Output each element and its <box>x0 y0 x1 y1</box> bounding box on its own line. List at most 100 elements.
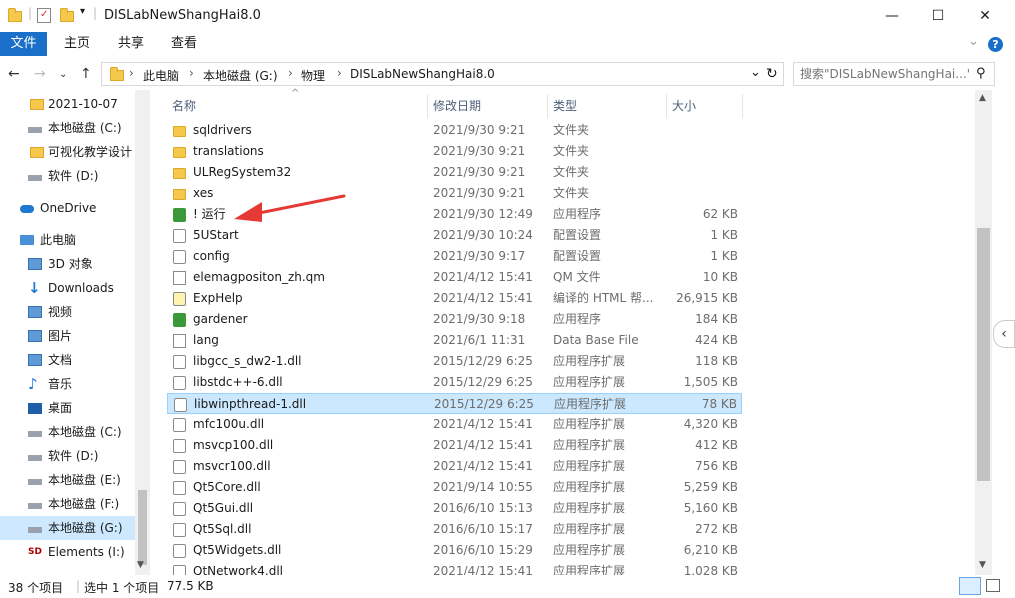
address-dropdown-icon[interactable]: ⌄ <box>750 65 761 80</box>
properties-icon[interactable]: ✓ <box>37 8 51 23</box>
tab-home[interactable]: 主页 <box>50 32 104 56</box>
nav-item[interactable]: 软件 (D:) <box>0 444 135 468</box>
column-divider[interactable] <box>427 94 428 118</box>
file-row[interactable]: Qt5Widgets.dll 2016/6/10 15:29 应用程序扩展 6,210… <box>167 540 742 561</box>
nav-item[interactable]: 2021-10-07 <box>0 92 135 116</box>
tab-share[interactable]: 共享 <box>104 32 158 56</box>
file-row[interactable]: elemagpositon_zh.qm 2021/4/12 15:41 QM 文件 1… <box>167 267 742 288</box>
large-icons-view-icon[interactable] <box>986 579 1000 592</box>
back-arrow-icon[interactable]: ← <box>8 66 20 82</box>
breadcrumb-this-pc[interactable]: 此电脑 <box>143 67 179 84</box>
file-date: 2015/12/29 6:25 <box>434 397 534 411</box>
address-bar[interactable]: › 此电脑 › 本地磁盘 (G:) › 物理 › DISLabNewShangH… <box>101 62 784 86</box>
close-button[interactable]: ✕ <box>962 0 1008 32</box>
nav-item[interactable]: 可视化教学设计 <box>0 140 135 164</box>
file-row[interactable]: libwinpthread-1.dll 2015/12/29 6:25 应用程序扩展… <box>167 393 742 414</box>
nav-item[interactable]: 图片 <box>0 324 135 348</box>
breadcrumb-physics[interactable]: 物理 <box>301 67 325 84</box>
file-row[interactable]: lang 2021/6/1 11:31 Data Base File 424 KB <box>167 330 742 351</box>
file-row[interactable]: msvcp100.dll 2021/4/12 15:41 应用程序扩展 412 KB <box>167 435 742 456</box>
column-divider[interactable] <box>547 94 548 118</box>
nav-item[interactable]: 桌面 <box>0 396 135 420</box>
folder-icon <box>30 147 44 158</box>
forward-arrow-icon[interactable]: → <box>34 66 46 82</box>
nav-item[interactable]: ↓ Downloads <box>0 276 135 300</box>
maximize-button[interactable]: ☐ <box>915 0 961 32</box>
column-divider[interactable] <box>666 94 667 118</box>
nav-item-label: 此电脑 <box>40 233 77 247</box>
search-box[interactable]: ⚲ <box>793 62 995 86</box>
file-row[interactable]: sqldrivers 2021/9/30 9:21 文件夹 <box>167 120 742 141</box>
nav-item[interactable]: 本地磁盘 (E:) <box>0 468 135 492</box>
crumb-separator-icon[interactable]: › <box>129 66 134 80</box>
scroll-down-icon[interactable]: ▼ <box>979 560 986 570</box>
file-row[interactable]: mfc100u.dll 2021/4/12 15:41 应用程序扩展 4,320 KB <box>167 414 742 435</box>
refresh-icon[interactable]: ↻ <box>766 66 778 82</box>
file-row[interactable]: ULRegSystem32 2021/9/30 9:21 文件夹 <box>167 162 742 183</box>
help-icon[interactable]: ? <box>988 37 1003 52</box>
file-row[interactable]: libgcc_s_dw2-1.dll 2015/12/29 6:25 应用程序扩展 1… <box>167 351 742 372</box>
new-folder-icon[interactable] <box>60 8 74 22</box>
minimize-button[interactable]: — <box>869 0 915 32</box>
file-name: Qt5Sql.dll <box>193 522 252 536</box>
crumb-separator-icon[interactable]: › <box>288 66 293 80</box>
nav-item[interactable]: SD Elements (I:) <box>0 540 135 564</box>
tab-view[interactable]: 查看 <box>157 32 211 56</box>
nav-item[interactable]: 本地磁盘 (F:) <box>0 492 135 516</box>
nav-item[interactable]: 视频 <box>0 300 135 324</box>
file-row[interactable]: config 2021/9/30 9:17 配置设置 1 KB <box>167 246 742 267</box>
file-date: 2016/6/10 15:29 <box>433 543 533 557</box>
file-list-scrollbar-thumb[interactable] <box>977 228 990 481</box>
file-row[interactable]: ExpHelp 2021/4/12 15:41 编译的 HTML 帮... 26,91… <box>167 288 742 309</box>
column-header-type[interactable]: 类型 <box>553 94 577 118</box>
file-row[interactable]: Qt5Core.dll 2021/9/14 10:55 应用程序扩展 5,259 KB <box>167 477 742 498</box>
up-arrow-icon[interactable]: ↑ <box>80 66 92 82</box>
nav-item[interactable]: 软件 (D:) <box>0 164 135 188</box>
nav-item[interactable]: OneDrive <box>0 196 135 220</box>
search-icon[interactable]: ⚲ <box>976 66 986 81</box>
documents-icon <box>28 354 42 366</box>
ribbon-expand-icon[interactable]: ⌄ <box>968 34 979 49</box>
file-size: 1,505 KB <box>683 375 738 389</box>
nav-item[interactable]: 文档 <box>0 348 135 372</box>
nav-item-label: 可视化教学设计 <box>48 145 133 159</box>
nav-item[interactable]: 本地磁盘 (G:) <box>0 516 135 540</box>
column-header-name[interactable]: 名称 <box>172 94 196 118</box>
file-row[interactable]: libstdc++-6.dll 2015/12/29 6:25 应用程序扩展 1,50… <box>167 372 742 393</box>
details-view-icon[interactable] <box>959 577 981 595</box>
file-row[interactable]: msvcr100.dll 2021/4/12 15:41 应用程序扩展 756 KB <box>167 456 742 477</box>
file-row[interactable]: gardener 2021/9/30 9:18 应用程序 184 KB <box>167 309 742 330</box>
config-icon <box>173 229 186 243</box>
crumb-separator-icon[interactable]: › <box>337 66 342 80</box>
nav-item[interactable]: 3D 对象 <box>0 252 135 276</box>
nav-item[interactable]: 此电脑 <box>0 228 135 252</box>
nav-scrollbar-thumb[interactable] <box>138 490 147 565</box>
nav-item-label: 软件 (D:) <box>48 449 99 463</box>
file-type: 文件夹 <box>553 186 590 200</box>
file-type: 应用程序扩展 <box>553 375 626 389</box>
breadcrumb-current-folder[interactable]: DISLabNewShangHai8.0 <box>350 67 495 81</box>
file-row[interactable]: 5UStart 2021/9/30 10:24 配置设置 1 KB <box>167 225 742 246</box>
pictures-icon <box>28 330 42 342</box>
file-size: 118 KB <box>695 354 738 368</box>
details-pane-toggle-icon[interactable]: ‹ <box>993 320 1015 348</box>
nav-item[interactable]: 本地磁盘 (C:) <box>0 116 135 140</box>
column-header-date[interactable]: 修改日期 <box>433 94 481 118</box>
breadcrumb-drive-g[interactable]: 本地磁盘 (G:) <box>203 67 278 84</box>
crumb-separator-icon[interactable]: › <box>189 66 194 80</box>
column-header-size[interactable]: 大小 <box>672 94 696 118</box>
folder-icon <box>173 168 186 179</box>
file-row[interactable]: translations 2021/9/30 9:21 文件夹 <box>167 141 742 162</box>
scroll-down-icon[interactable]: ▼ <box>137 560 144 570</box>
scroll-up-icon[interactable]: ▲ <box>979 93 986 103</box>
desktop-icon <box>28 403 42 414</box>
file-row[interactable]: Qt5Sql.dll 2016/6/10 15:17 应用程序扩展 272 KB <box>167 519 742 540</box>
search-input[interactable] <box>800 66 970 82</box>
recent-locations-icon[interactable]: ⌄ <box>59 69 67 80</box>
nav-item[interactable]: 本地磁盘 (C:) <box>0 420 135 444</box>
tab-file[interactable]: 文件 <box>0 32 47 56</box>
customize-quick-access-icon[interactable]: ▾ <box>80 6 85 17</box>
column-divider[interactable] <box>742 94 743 118</box>
file-row[interactable]: Qt5Gui.dll 2016/6/10 15:13 应用程序扩展 5,160 KB <box>167 498 742 519</box>
nav-item[interactable]: ♪ 音乐 <box>0 372 135 396</box>
